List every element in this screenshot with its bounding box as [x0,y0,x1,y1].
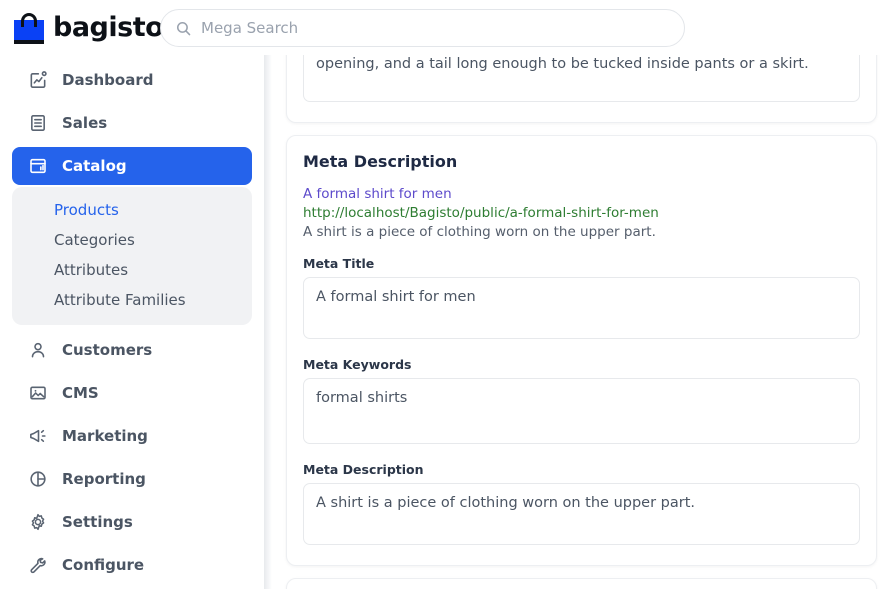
sidebar-item-label: Settings [62,513,133,531]
sidebar-nav: Dashboard Sales Catalog Products Categor… [0,55,264,589]
top-header: bagisto [0,0,891,55]
sidebar-item-label: CMS [62,384,99,402]
document-list-icon [28,113,48,133]
meta-description-label: Meta Description [303,462,860,477]
seo-preview-title[interactable]: A formal shirt for men [303,185,860,204]
meta-description-textarea[interactable] [303,483,860,545]
seo-preview-description: A shirt is a piece of clothing worn on t… [303,223,860,242]
meta-description-field: Meta Description [287,452,876,565]
brand-name: bagisto [53,14,163,41]
next-card-partial [286,578,877,589]
brand-logo[interactable]: bagisto [14,11,147,44]
wrench-icon [28,555,48,575]
sidebar-item-label: Marketing [62,427,148,445]
sidebar-item-label: Sales [62,114,107,132]
sidebar-item-dashboard[interactable]: Dashboard [12,61,252,99]
sidebar-item-cms[interactable]: CMS [12,374,252,412]
description-field [287,44,876,122]
user-icon [28,340,48,360]
sidebar-item-settings[interactable]: Settings [12,503,252,541]
sidebar-item-label: Catalog [62,157,127,175]
sidebar-item-label: Customers [62,341,152,359]
sidebar-item-reporting[interactable]: Reporting [12,460,252,498]
search-input[interactable] [201,10,670,46]
catalog-window-icon [28,156,48,176]
meta-title-textarea[interactable] [303,277,860,339]
sidebar-item-products[interactable]: Products [12,195,252,225]
meta-keywords-textarea[interactable] [303,378,860,444]
gear-icon [28,512,48,532]
description-card [286,43,877,123]
sidebar-item-categories[interactable]: Categories [12,225,252,255]
main-content: Meta Description A formal shirt for men … [272,43,891,589]
meta-keywords-label: Meta Keywords [303,357,860,372]
sidebar-item-customers[interactable]: Customers [12,331,252,369]
seo-preview: A formal shirt for men http://localhost/… [287,171,876,246]
catalog-submenu: Products Categories Attributes Attribute… [12,187,252,325]
sidebar-content-divider [264,55,272,589]
pie-chart-icon [28,469,48,489]
seo-preview-url[interactable]: http://localhost/Bagisto/public/a-formal… [303,204,860,223]
admin-page: bagisto Dashboard [0,0,891,589]
sidebar-item-catalog[interactable]: Catalog [12,147,252,185]
dashboard-chart-icon [28,70,48,90]
meta-keywords-field: Meta Keywords [287,347,876,452]
sidebar-item-label: Reporting [62,470,146,488]
sidebar-item-attributes[interactable]: Attributes [12,255,252,285]
sidebar-item-sales[interactable]: Sales [12,104,252,142]
shopping-bag-icon [14,11,44,44]
meta-title-field: Meta Title [287,246,876,347]
megaphone-icon [28,426,48,446]
mega-search-bar[interactable] [160,9,685,47]
sidebar-item-label: Dashboard [62,71,153,89]
meta-title-label: Meta Title [303,256,860,271]
sidebar-item-label: Configure [62,556,144,574]
sidebar-item-attribute-families[interactable]: Attribute Families [12,285,252,315]
image-icon [28,383,48,403]
sidebar-item-configure[interactable]: Configure [12,546,252,584]
card-title: Meta Description [287,136,876,171]
search-icon [175,20,192,37]
sidebar-item-marketing[interactable]: Marketing [12,417,252,455]
meta-description-card: Meta Description A formal shirt for men … [286,135,877,566]
